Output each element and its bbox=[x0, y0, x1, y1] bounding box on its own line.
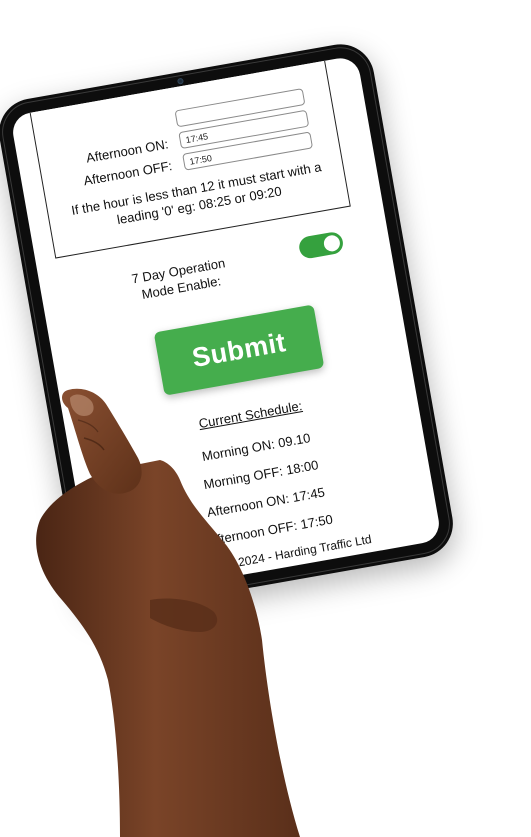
tablet-device: Afternoon ON: Afternoon OFF: If the hour… bbox=[0, 38, 459, 618]
submit-button[interactable]: Submit bbox=[153, 304, 325, 396]
camera-icon bbox=[176, 77, 184, 85]
photo-scene: Afternoon ON: Afternoon OFF: If the hour… bbox=[0, 0, 531, 837]
schedule-form-card: Afternoon ON: Afternoon OFF: If the hour… bbox=[26, 55, 351, 259]
operation-mode-label: 7 Day Operation Mode Enable: bbox=[130, 255, 227, 303]
operation-mode-toggle[interactable] bbox=[297, 230, 345, 260]
tablet-screen: Afternoon ON: Afternoon OFF: If the hour… bbox=[9, 55, 443, 601]
toggle-knob-icon bbox=[322, 234, 342, 253]
